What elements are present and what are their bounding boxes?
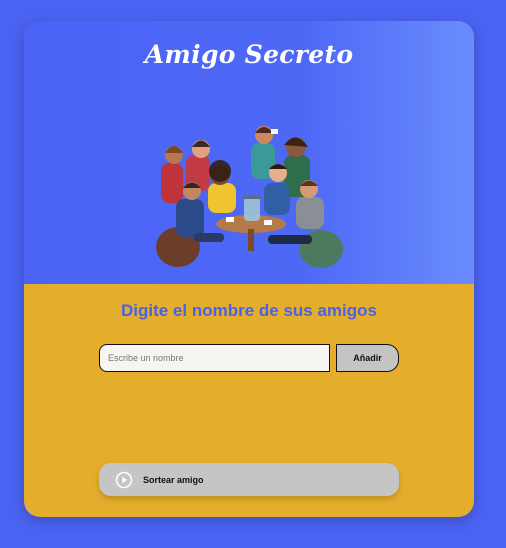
draw-button-label: Sortear amigo — [143, 474, 204, 485]
name-input[interactable] — [99, 344, 330, 372]
friends-party-illustration — [156, 126, 343, 268]
input-section: Digite el nombre de sus amigos Añadir So… — [24, 284, 474, 517]
add-button[interactable]: Añadir — [336, 344, 399, 372]
draw-friend-button[interactable]: Sortear amigo — [99, 463, 399, 496]
header-section: Amigo Secreto — [24, 21, 474, 284]
app-card: Amigo Secreto Digite el nombre de sus am… — [24, 21, 474, 517]
app-title: Amigo Secreto — [144, 40, 354, 69]
play-icon — [115, 471, 133, 488]
section-title: Digite el nombre de sus amigos — [120, 301, 377, 320]
